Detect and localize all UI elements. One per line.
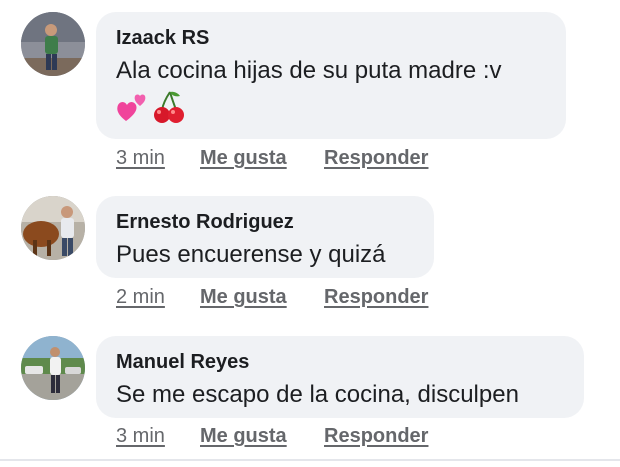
comment-bubble: Izaack RS Ala cocina hijas de su puta ma… — [96, 12, 566, 139]
comment-timestamp[interactable]: 2 min — [116, 285, 200, 309]
avatar-photo-icon — [21, 336, 85, 400]
comment-emojis — [116, 90, 546, 124]
reply-button[interactable]: Responder — [324, 424, 428, 448]
avatar-photo-icon — [21, 196, 85, 260]
comment-actions: 3 min Me gusta Responder — [116, 424, 428, 448]
comment-author[interactable]: Izaack RS — [116, 26, 546, 50]
avatar[interactable] — [21, 196, 85, 260]
like-button[interactable]: Me gusta — [200, 285, 324, 309]
comment-bubble: Ernesto Rodriguez Pues encuerense y quiz… — [96, 196, 434, 278]
cherries-icon — [154, 91, 184, 123]
like-button[interactable]: Me gusta — [200, 146, 324, 170]
reply-button[interactable]: Responder — [324, 285, 428, 309]
comment-actions: 3 min Me gusta Responder — [116, 146, 428, 170]
avatar[interactable] — [21, 336, 85, 400]
comment-timestamp[interactable]: 3 min — [116, 146, 200, 170]
avatar-photo-icon — [21, 12, 85, 76]
reply-button[interactable]: Responder — [324, 146, 428, 170]
two-hearts-icon — [117, 94, 146, 121]
divider — [0, 459, 620, 461]
comment-text: Ala cocina hijas de su puta madre :v — [116, 57, 502, 84]
comment-text: Se me escapo de la cocina, disculpen — [116, 381, 519, 408]
comment-actions: 2 min Me gusta Responder — [116, 285, 428, 309]
like-button[interactable]: Me gusta — [200, 424, 324, 448]
comment-text: Pues encuerense y quizá — [116, 241, 386, 268]
comment-author[interactable]: Manuel Reyes — [116, 350, 564, 374]
comment-author[interactable]: Ernesto Rodriguez — [116, 210, 414, 234]
comment-bubble: Manuel Reyes Se me escapo de la cocina, … — [96, 336, 584, 418]
comment-timestamp[interactable]: 3 min — [116, 424, 200, 448]
avatar[interactable] — [21, 12, 85, 76]
